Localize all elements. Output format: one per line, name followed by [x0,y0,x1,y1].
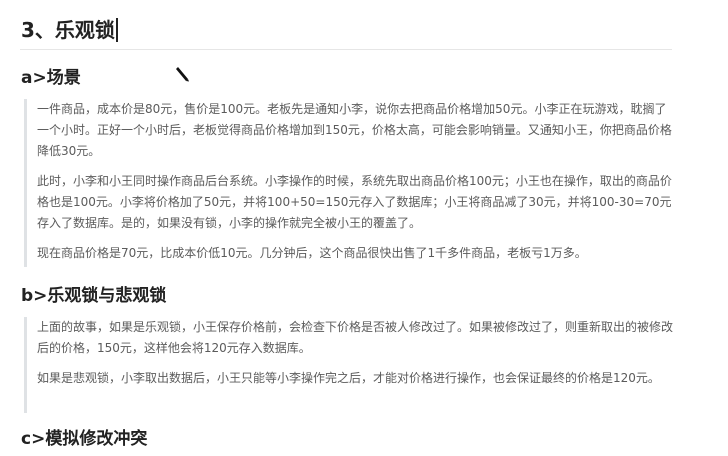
paragraph: 现在商品价格是70元，比成本价低10元。几分钟后，这个商品很快出售了1千多件商品… [37,246,587,260]
text-caret [115,18,118,42]
paragraph: 一件商品，成本价是80元，售价是100元。老板先是通知小李，说你去把商品价格增加… [37,102,672,158]
heading-optimistic-pessimistic[interactable]: b>乐观锁与悲观锁 [21,284,166,308]
pen-cursor-icon [176,67,189,82]
title-divider [20,49,672,50]
document-page: 3、乐观锁 a>场景 一件商品，成本价是80元，售价是100元。老板先是通知小李… [0,0,728,456]
blockquote-locks: 上面的故事，如果是乐观锁，小王保存价格前，会检查下价格是否被人修改过了。如果被修… [24,317,677,413]
paragraph: 上面的故事，如果是乐观锁，小王保存价格前，会检查下价格是否被人修改过了。如果被修… [37,320,674,355]
heading-simulate-conflict[interactable]: c>模拟修改冲突 [21,427,147,451]
paragraph: 此时，小李和小王同时操作商品后台系统。小李操作的时候，系统先取出商品价格100元… [37,174,672,230]
blockquote-scenario: 一件商品，成本价是80元，售价是100元。老板先是通知小李，说你去把商品价格增加… [24,99,677,267]
paragraph: 如果是悲观锁，小李取出数据后，小王只能等小李操作完之后，才能对价格进行操作，也会… [37,371,660,385]
section-title[interactable]: 3、乐观锁 [21,14,118,46]
heading-scenario[interactable]: a>场景 [21,66,81,90]
section-title-text: 3、乐观锁 [21,18,115,42]
